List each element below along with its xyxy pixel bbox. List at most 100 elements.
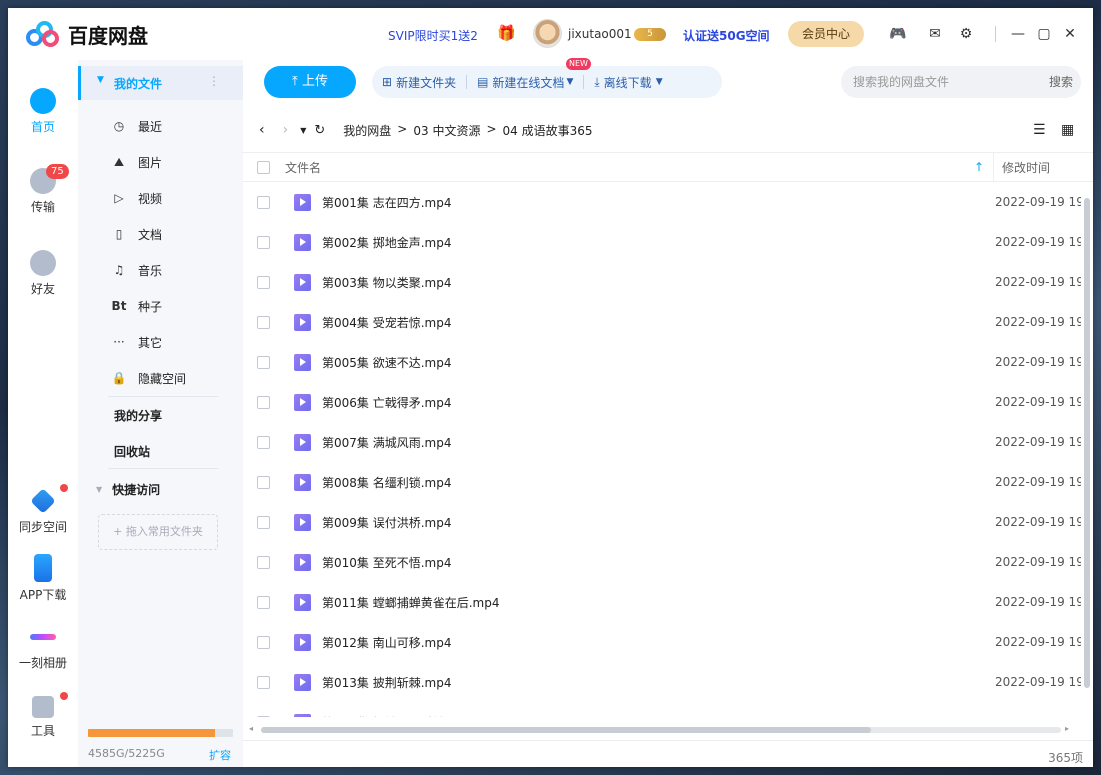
row-checkbox[interactable]: [257, 275, 270, 289]
breadcrumb-item[interactable]: 04 成语故事365: [503, 122, 593, 139]
expand-storage-link[interactable]: 扩容: [209, 747, 231, 763]
file-name[interactable]: 第002集 掷地金声.mp4: [322, 234, 451, 251]
table-row[interactable]: 第010集 至死不悟.mp4 2022-09-19 19: [243, 542, 1081, 582]
breadcrumb-item[interactable]: 03 中文资源: [413, 122, 480, 139]
settings-icon[interactable]: ⚙: [956, 24, 976, 44]
row-checkbox[interactable]: [257, 435, 270, 449]
table-row[interactable]: 第006集 亡戟得矛.mp4 2022-09-19 19: [243, 382, 1081, 422]
sidebar-item-my-share[interactable]: 我的分享: [78, 397, 243, 433]
sidebar-item-category[interactable]: ♫ 音乐: [78, 252, 243, 288]
column-filename[interactable]: 文件名: [285, 159, 321, 176]
scroll-right-icon[interactable]: ▸: [1065, 724, 1069, 733]
file-name[interactable]: 第009集 误付洪桥.mp4: [322, 514, 451, 531]
row-checkbox[interactable]: [257, 635, 270, 649]
sidebar-item-category[interactable]: ▯ 文档: [78, 216, 243, 252]
row-checkbox[interactable]: [257, 475, 270, 489]
new-folder-button[interactable]: ⊞ 新建文件夹: [372, 74, 466, 91]
horizontal-scrollbar[interactable]: ◂ ▸: [247, 724, 1077, 736]
rail-item-friends[interactable]: 好友: [8, 250, 78, 297]
username[interactable]: jixutao001: [568, 27, 632, 41]
verify-link[interactable]: 认证送50G空间: [683, 27, 770, 44]
file-name[interactable]: 第003集 物以类聚.mp4: [322, 274, 451, 291]
select-all-checkbox[interactable]: [257, 160, 270, 174]
table-row[interactable]: 第012集 南山可移.mp4 2022-09-19 19: [243, 622, 1081, 662]
upload-button[interactable]: ⤒ 上传: [264, 66, 356, 98]
search-button[interactable]: 搜索: [1049, 66, 1073, 98]
file-name[interactable]: 第006集 亡戟得矛.mp4: [322, 394, 451, 411]
rail-item-tools[interactable]: 工具: [8, 692, 78, 739]
minimize-icon[interactable]: —: [1008, 24, 1028, 44]
rail-item-transfer[interactable]: 传输 75: [8, 164, 78, 215]
grid-view-icon[interactable]: ▦: [1061, 122, 1074, 138]
row-checkbox[interactable]: [257, 395, 270, 409]
forward-icon[interactable]: ›: [283, 122, 289, 138]
row-checkbox[interactable]: [257, 715, 270, 717]
file-name[interactable]: 第008集 名缰利锁.mp4: [322, 474, 451, 491]
table-row[interactable]: 第004集 受宠若惊.mp4 2022-09-19 19: [243, 302, 1081, 342]
vertical-scroll-thumb[interactable]: [1084, 198, 1090, 688]
drag-folder-dropzone[interactable]: + 拖入常用文件夹: [98, 514, 218, 550]
table-row[interactable]: 第002集 掷地金声.mp4 2022-09-19 19: [243, 222, 1081, 262]
maximize-icon[interactable]: ▢: [1034, 24, 1054, 44]
file-name[interactable]: 第005集 欲速不达.mp4: [322, 354, 451, 371]
file-name[interactable]: 第007集 满城风雨.mp4: [322, 434, 451, 451]
rail-item-album[interactable]: 一刻相册: [8, 626, 78, 671]
table-row[interactable]: 第001集 志在四方.mp4 2022-09-19 19: [243, 182, 1081, 222]
table-row[interactable]: 第013集 披荆斩棘.mp4 2022-09-19 19: [243, 662, 1081, 702]
file-name[interactable]: 第010集 至死不悟.mp4: [322, 554, 451, 571]
table-row[interactable]: 第011集 螳螂捕蝉黄雀在后.mp4 2022-09-19 19: [243, 582, 1081, 622]
gift-icon[interactable]: 🎁: [497, 24, 516, 42]
breadcrumb-item[interactable]: 我的网盘: [343, 122, 391, 139]
horizontal-scroll-thumb[interactable]: [261, 727, 871, 733]
table-row[interactable]: 第009集 误付洪桥.mp4 2022-09-19 19: [243, 502, 1081, 542]
table-row[interactable]: 第005集 欲速不达.mp4 2022-09-19 19: [243, 342, 1081, 382]
file-name[interactable]: 第014集 解铃还需系铃人.mp4: [322, 714, 487, 718]
row-checkbox[interactable]: [257, 555, 270, 569]
sidebar-item-quick-access[interactable]: ▼ 快捷访问: [78, 471, 243, 507]
row-checkbox[interactable]: [257, 235, 270, 249]
sidebar-item-category[interactable]: 🔒 隐藏空间: [78, 360, 243, 396]
game-icon[interactable]: 🎮: [888, 24, 908, 44]
row-checkbox[interactable]: [257, 195, 270, 209]
sort-icon[interactable]: ☰: [1033, 122, 1046, 138]
file-name[interactable]: 第001集 志在四方.mp4: [322, 194, 451, 211]
table-row[interactable]: 第014集 解铃还需系铃人.mp4 2022-09-19 19: [243, 702, 1081, 717]
sidebar-item-category[interactable]: ··· 其它: [78, 324, 243, 360]
search-input[interactable]: 搜索我的网盘文件 搜索: [841, 66, 1081, 98]
svip-promo-link[interactable]: SVIP限时买1送2: [388, 27, 478, 44]
row-checkbox[interactable]: [257, 315, 270, 329]
caret-down-icon[interactable]: ▼: [97, 75, 104, 85]
sidebar-item-category[interactable]: Bt 种子: [78, 288, 243, 324]
sidebar-item-my-files[interactable]: ▼ 我的文件 ⋮: [78, 66, 243, 100]
sort-up-icon[interactable]: ↑: [974, 160, 984, 174]
new-online-doc-button[interactable]: ▤ 新建在线文档 ▼: [467, 74, 583, 91]
table-row[interactable]: 第003集 物以类聚.mp4 2022-09-19 19: [243, 262, 1081, 302]
file-name[interactable]: 第004集 受宠若惊.mp4: [322, 314, 451, 331]
row-checkbox[interactable]: [257, 515, 270, 529]
more-vertical-icon[interactable]: ⋮: [208, 74, 220, 88]
vertical-scrollbar[interactable]: [1081, 186, 1093, 716]
rail-item-app-download[interactable]: APP下载: [8, 554, 78, 603]
row-checkbox[interactable]: [257, 595, 270, 609]
mail-icon[interactable]: ✉: [925, 24, 945, 44]
history-dropdown-icon[interactable]: ▼: [300, 126, 306, 135]
sidebar-item-category[interactable]: ▷ 视频: [78, 180, 243, 216]
column-modified[interactable]: 修改时间: [1002, 159, 1050, 176]
refresh-icon[interactable]: ↻: [314, 123, 325, 138]
scroll-left-icon[interactable]: ◂: [249, 724, 253, 733]
avatar[interactable]: [533, 19, 562, 48]
table-row[interactable]: 第007集 满城风雨.mp4 2022-09-19 19: [243, 422, 1081, 462]
back-icon[interactable]: ‹: [259, 122, 265, 138]
file-name[interactable]: 第012集 南山可移.mp4: [322, 634, 451, 651]
rail-item-sync[interactable]: 同步空间: [8, 484, 78, 535]
offline-download-button[interactable]: ⤓ 离线下载 ▼: [584, 74, 672, 91]
sidebar-item-category[interactable]: ⛰ 图片: [78, 144, 243, 180]
close-icon[interactable]: ✕: [1060, 24, 1080, 44]
table-row[interactable]: 第008集 名缰利锁.mp4 2022-09-19 19: [243, 462, 1081, 502]
vip-center-button[interactable]: 会员中心: [788, 21, 864, 47]
sidebar-item-category[interactable]: ◷ 最近: [78, 108, 243, 144]
file-name[interactable]: 第011集 螳螂捕蝉黄雀在后.mp4: [322, 594, 499, 611]
row-checkbox[interactable]: [257, 675, 270, 689]
file-name[interactable]: 第013集 披荆斩棘.mp4: [322, 674, 451, 691]
rail-item-home[interactable]: 首页: [8, 88, 78, 135]
